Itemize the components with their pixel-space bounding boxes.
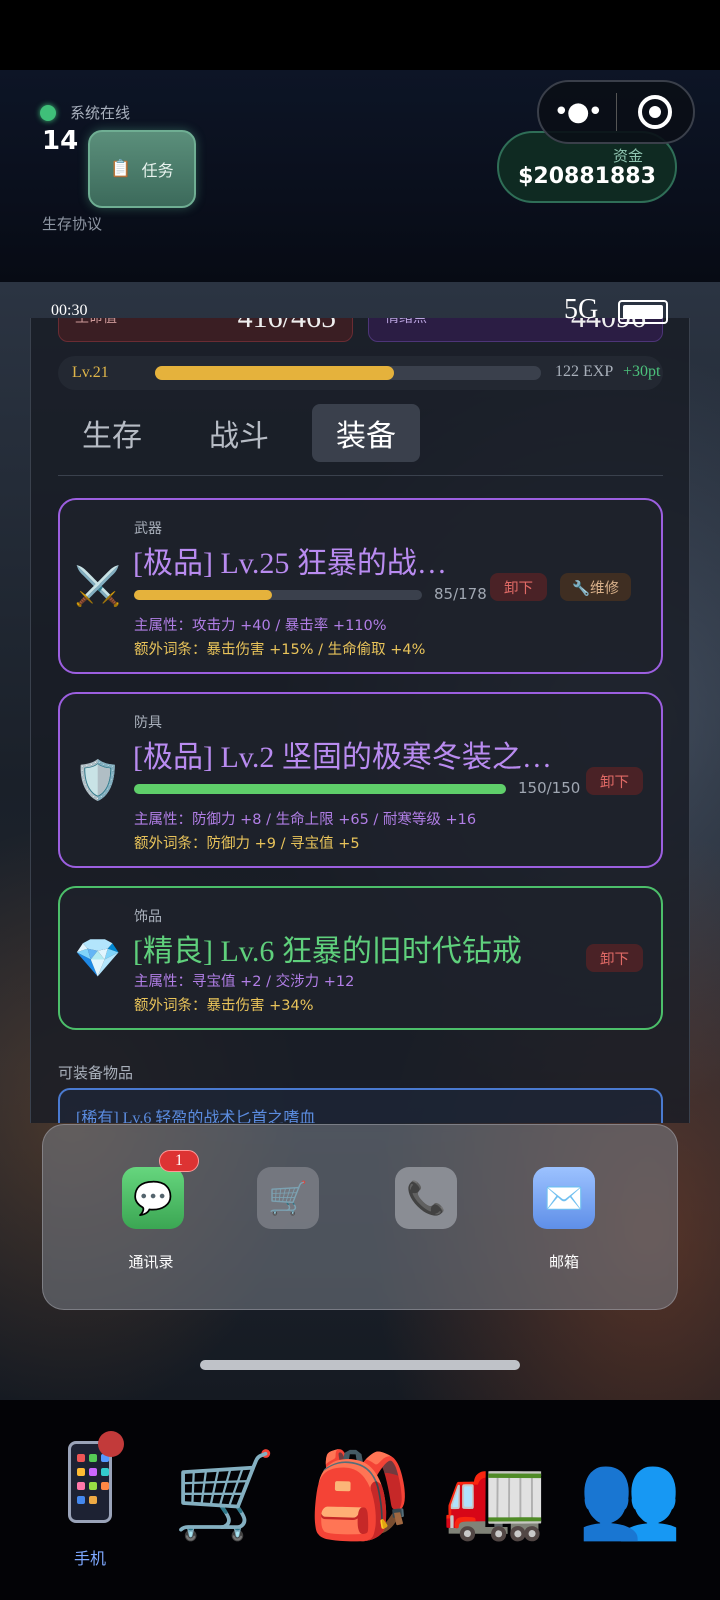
backpack-icon: 🎒 (307, 1445, 413, 1544)
tab-combat[interactable]: 战斗 (185, 404, 293, 462)
shield-icon: 🛡️ (74, 758, 122, 802)
tab-survival[interactable]: 生存 (58, 404, 166, 462)
signal-indicator: 5G (564, 294, 599, 325)
nav-backpack[interactable]: 🎒 (300, 1435, 420, 1555)
level-progress: Lv.21 122 EXP +30pt (58, 356, 663, 390)
durability-bar (134, 590, 422, 600)
durability-text: 150/150 (518, 779, 581, 797)
durability-bar (134, 784, 506, 794)
phone-app[interactable]: 📞 (395, 1167, 457, 1229)
equipable-item-name: [稀有] Lv.6 轻盈的战术匕首之嗜血 (76, 1110, 316, 1123)
points-text: +30pt (623, 363, 661, 380)
nav-team[interactable]: 👥 (570, 1435, 690, 1555)
phone-icon: 📞 (406, 1179, 446, 1217)
extra-attribute: 额外词条：暴击伤害 +15% / 生命偷取 +4% (134, 642, 426, 658)
funds-label: 资金 (612, 147, 643, 165)
truck-icon: 🚛 (442, 1445, 548, 1544)
phone-clock: 00:30 (51, 302, 88, 319)
slot-label: 防具 (134, 715, 162, 731)
gem-icon: 💎 (74, 936, 122, 980)
nav-shop[interactable]: 🛒 (165, 1435, 285, 1555)
more-menu-icon[interactable]: •●• (539, 99, 616, 125)
home-indicator[interactable] (200, 1360, 520, 1370)
extra-attribute: 额外词条：暴击伤害 +34% (134, 998, 314, 1014)
equipment-card-armor[interactable]: 🛡️ 防具 [极品] Lv.2 坚固的极寒冬装之… 150/150 卸下 主属性… (58, 692, 663, 868)
miniprogram-capsule: •●• (537, 80, 695, 144)
slot-label: 饰品 (134, 909, 162, 925)
extra-attribute: 额外词条：防御力 +9 / 寻宝值 +5 (134, 836, 360, 852)
level-label: Lv.21 (72, 364, 109, 381)
notification-badge: 1 (159, 1150, 199, 1172)
exp-text: 122 EXP (555, 363, 614, 380)
mail-icon: ✉️ (544, 1179, 584, 1217)
equipable-section-title: 可装备物品 (58, 1064, 134, 1082)
online-status-dot (40, 105, 56, 121)
item-name: [精良] Lv.6 狂暴的旧时代钻戒 (133, 935, 522, 968)
item-name: [极品] Lv.2 坚固的极寒冬装之… (133, 741, 552, 774)
contacts-app[interactable]: 💬 (122, 1167, 184, 1229)
unequip-button[interactable]: 卸下 (586, 767, 643, 795)
nav-phone-label: 手机 (73, 1549, 106, 1568)
exp-bar-fill (155, 366, 395, 380)
nav-notification-dot (98, 1431, 124, 1457)
main-attribute: 主属性：攻击力 +40 / 暴击率 +110% (134, 618, 387, 634)
mood-label: 情绪点 (385, 318, 427, 326)
shopping-cart-icon: 🛒 (172, 1445, 278, 1544)
hp-stat: 生命值 416/465 (58, 318, 353, 342)
contacts-app-label: 通讯录 (128, 1253, 174, 1271)
exp-bar (155, 366, 541, 380)
battery-icon (618, 300, 668, 324)
tab-equipment[interactable]: 装备 (312, 404, 420, 462)
main-attribute: 主属性：寻宝值 +2 / 交涉力 +12 (134, 974, 355, 990)
task-button[interactable]: 📋 任务 (88, 130, 196, 208)
cart-icon: 🛒 (268, 1179, 308, 1217)
character-panel: 生命值 416/465 情绪点 44096 Lv.21 122 EXP +30p… (30, 318, 690, 1123)
item-name: [极品] Lv.25 狂暴的战… (133, 547, 447, 580)
app-dock: 💬 1 通讯录 🛒 📞 ✉️ 邮箱 (42, 1124, 678, 1310)
slot-label: 武器 (134, 521, 162, 537)
target-icon (637, 95, 672, 129)
equipment-card-accessory[interactable]: 💎 饰品 [精良] Lv.6 狂暴的旧时代钻戒 卸下 主属性：寻宝值 +2 / … (58, 886, 663, 1030)
unequip-button[interactable]: 卸下 (586, 944, 643, 972)
equipment-card-weapon[interactable]: ⚔️ 武器 [极品] Lv.25 狂暴的战… 85/178 卸下 🔧维修 主属性… (58, 498, 663, 674)
clipboard-icon: 📋 (110, 159, 132, 179)
mail-app-label: 邮箱 (548, 1253, 579, 1271)
status-text: 系统在线 (70, 104, 131, 122)
mail-app[interactable]: ✉️ (533, 1167, 595, 1229)
task-button-label: 任务 (141, 161, 174, 180)
repair-button[interactable]: 🔧维修 (560, 573, 632, 601)
close-miniprogram-button[interactable] (617, 95, 694, 129)
bottom-nav: 手机 🛒 🎒 🚛 👥 (0, 1431, 720, 1575)
hp-value: 416/465 (238, 318, 336, 335)
tab-bar: 生存 战斗 装备 (58, 404, 663, 476)
system-status-strip (0, 0, 720, 70)
chat-icon: 💬 (133, 1179, 173, 1217)
nav-transport[interactable]: 🚛 (435, 1435, 555, 1555)
crossed-swords-icon: ⚔️ (74, 564, 122, 608)
unequip-button[interactable]: 卸下 (490, 573, 547, 601)
people-icon: 👥 (577, 1445, 683, 1544)
day-counter: 14 (42, 126, 79, 156)
main-attribute: 主属性：防御力 +8 / 生命上限 +65 / 耐寒等级 +16 (134, 812, 477, 828)
equipable-item[interactable]: [稀有] Lv.6 轻盈的战术匕首之嗜血 (58, 1088, 663, 1123)
protocol-link[interactable]: 生存协议 (42, 213, 102, 234)
funds-value: $20881883 (518, 164, 656, 189)
shop-app[interactable]: 🛒 (257, 1167, 319, 1229)
durability-text: 85/178 (434, 585, 487, 603)
nav-phone[interactable]: 手机 (30, 1431, 150, 1568)
